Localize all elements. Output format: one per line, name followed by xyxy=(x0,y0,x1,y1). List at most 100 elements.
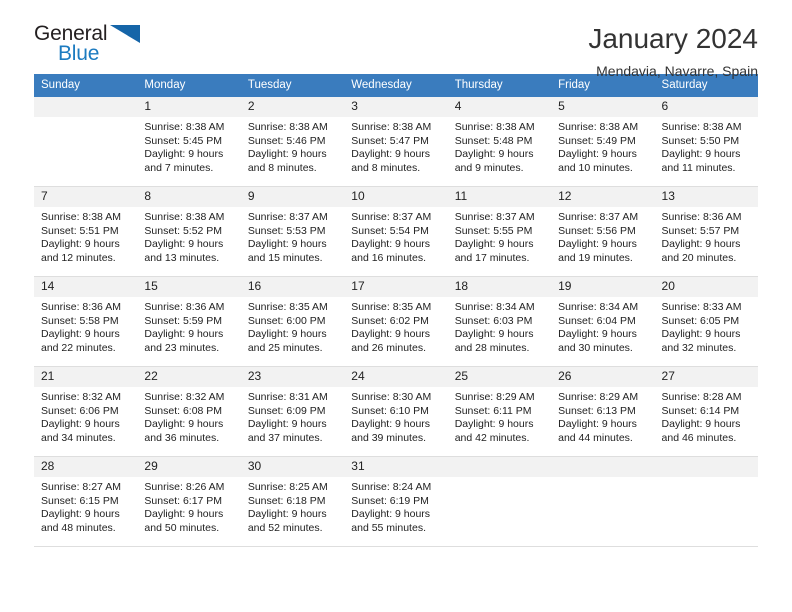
calendar-day-cell[interactable]: 2 Sunrise: 8:38 AM Sunset: 5:46 PM Daylight… xyxy=(240,97,345,187)
daylight-text-line1: Daylight: 9 hours xyxy=(661,418,741,430)
sunrise-text: Sunrise: 8:27 AM xyxy=(41,481,121,493)
calendar-day-number: 28 xyxy=(34,457,138,477)
calendar-cell-inner: 13 Sunrise: 8:36 AM Sunset: 5:57 PM Dayligh… xyxy=(654,187,758,277)
calendar-day-cell[interactable]: 12 Sunrise: 8:37 AM Sunset: 5:56 PM Dayligh… xyxy=(551,187,655,277)
calendar-day-cell[interactable]: 14 Sunrise: 8:36 AM Sunset: 5:58 PM Dayligh… xyxy=(34,277,138,367)
daylight-text-line2: and 20 minutes. xyxy=(661,251,737,264)
calendar-cell-inner: 28 Sunrise: 8:27 AM Sunset: 6:15 PM Dayligh… xyxy=(34,457,138,547)
calendar-day-cell[interactable]: 20 Sunrise: 8:33 AM Sunset: 6:05 PM Dayligh… xyxy=(654,277,758,367)
calendar-day-details: Sunrise: 8:37 AM Sunset: 5:55 PM Daylight:… xyxy=(448,207,551,265)
calendar-day-details: Sunrise: 8:29 AM Sunset: 6:11 PM Daylight:… xyxy=(448,387,551,445)
brand-logo[interactable]: General Blue xyxy=(34,22,144,68)
calendar-cell-inner: 16 Sunrise: 8:35 AM Sunset: 6:00 PM Dayligh… xyxy=(240,277,345,367)
calendar-day-cell[interactable]: 25 Sunrise: 8:29 AM Sunset: 6:11 PM Dayligh… xyxy=(447,367,552,457)
calendar-day-number xyxy=(551,457,655,477)
sunset-text: Sunset: 5:49 PM xyxy=(558,134,636,147)
sunrise-text: Sunrise: 8:37 AM xyxy=(351,211,432,223)
calendar-day-details: Sunrise: 8:24 AM Sunset: 6:19 PM Daylight:… xyxy=(344,477,447,535)
calendar-day-cell[interactable]: 29 Sunrise: 8:26 AM Sunset: 6:17 PM Dayligh… xyxy=(137,457,241,547)
sunset-text: Sunset: 6:13 PM xyxy=(558,404,636,417)
calendar-day-number xyxy=(654,457,758,477)
daylight-text-line2: and 16 minutes. xyxy=(351,251,426,264)
sunrise-text: Sunrise: 8:38 AM xyxy=(661,121,742,133)
calendar-day-details: Sunrise: 8:28 AM Sunset: 6:14 PM Daylight:… xyxy=(655,387,758,445)
calendar-day-cell[interactable]: 11 Sunrise: 8:37 AM Sunset: 5:55 PM Dayligh… xyxy=(447,187,552,277)
page-title: January 2024 xyxy=(588,23,758,54)
sunrise-text: Sunrise: 8:32 AM xyxy=(144,391,225,403)
daylight-text-line2: and 30 minutes. xyxy=(558,341,633,354)
calendar-day-cell[interactable]: 28 Sunrise: 8:27 AM Sunset: 6:15 PM Dayligh… xyxy=(34,457,138,547)
calendar-day-details: Sunrise: 8:32 AM Sunset: 6:06 PM Daylight:… xyxy=(34,387,137,445)
calendar-day-number: 24 xyxy=(344,367,448,387)
calendar-day-cell[interactable]: 24 Sunrise: 8:30 AM Sunset: 6:10 PM Dayligh… xyxy=(344,367,448,457)
daylight-text-line2: and 44 minutes. xyxy=(558,431,633,444)
daylight-text-line1: Daylight: 9 hours xyxy=(558,148,637,160)
calendar-day-cell[interactable]: 9 Sunrise: 8:37 AM Sunset: 5:53 PM Daylight… xyxy=(240,187,345,277)
calendar-day-number: 6 xyxy=(654,97,758,117)
calendar-cell-inner: 3 Sunrise: 8:38 AM Sunset: 5:47 PM Daylight… xyxy=(344,97,448,187)
calendar-day-cell[interactable]: 27 Sunrise: 8:28 AM Sunset: 6:14 PM Dayligh… xyxy=(654,367,758,457)
calendar-day-cell[interactable]: 31 Sunrise: 8:24 AM Sunset: 6:19 PM Dayligh… xyxy=(344,457,448,547)
calendar-day-cell[interactable]: 19 Sunrise: 8:34 AM Sunset: 6:04 PM Dayligh… xyxy=(551,277,655,367)
sunrise-text: Sunrise: 8:28 AM xyxy=(661,391,742,403)
sunset-text: Sunset: 6:02 PM xyxy=(351,314,429,327)
sunset-text: Sunset: 6:05 PM xyxy=(661,314,740,327)
calendar-day-number: 18 xyxy=(447,277,552,297)
calendar-cell-inner: 6 Sunrise: 8:38 AM Sunset: 5:50 PM Daylight… xyxy=(654,97,758,187)
daylight-text-line1: Daylight: 9 hours xyxy=(41,238,120,250)
calendar-day-cell[interactable]: 3 Sunrise: 8:38 AM Sunset: 5:47 PM Daylight… xyxy=(344,97,448,187)
calendar-day-cell[interactable]: 1 Sunrise: 8:38 AM Sunset: 5:45 PM Daylight… xyxy=(137,97,241,187)
sunrise-text: Sunrise: 8:38 AM xyxy=(41,211,121,223)
daylight-text-line2: and 22 minutes. xyxy=(41,341,116,354)
calendar-cell-inner: 20 Sunrise: 8:33 AM Sunset: 6:05 PM Dayligh… xyxy=(654,277,758,367)
calendar-cell-inner: 7 Sunrise: 8:38 AM Sunset: 5:51 PM Daylight… xyxy=(34,187,138,277)
daylight-text-line1: Daylight: 9 hours xyxy=(454,418,534,430)
sunrise-text: Sunrise: 8:26 AM xyxy=(144,481,225,493)
calendar-day-cell[interactable]: 6 Sunrise: 8:38 AM Sunset: 5:50 PM Daylight… xyxy=(654,97,758,187)
calendar-day-details: Sunrise: 8:35 AM Sunset: 6:00 PM Daylight:… xyxy=(241,297,344,355)
calendar-day-cell[interactable]: 18 Sunrise: 8:34 AM Sunset: 6:03 PM Dayligh… xyxy=(447,277,552,367)
calendar-day-details: Sunrise: 8:36 AM Sunset: 5:57 PM Daylight:… xyxy=(655,207,758,265)
calendar-day-cell[interactable]: 17 Sunrise: 8:35 AM Sunset: 6:02 PM Dayligh… xyxy=(344,277,448,367)
calendar-day-details: Sunrise: 8:32 AM Sunset: 6:08 PM Daylight:… xyxy=(137,387,240,445)
calendar-day-cell[interactable]: 4 Sunrise: 8:38 AM Sunset: 5:48 PM Daylight… xyxy=(447,97,552,187)
sunset-text: Sunset: 6:17 PM xyxy=(144,494,223,507)
calendar-day-cell[interactable]: 26 Sunrise: 8:29 AM Sunset: 6:13 PM Dayligh… xyxy=(551,367,655,457)
calendar-day-cell[interactable]: 15 Sunrise: 8:36 AM Sunset: 5:59 PM Dayligh… xyxy=(137,277,241,367)
calendar-day-cell[interactable]: 8 Sunrise: 8:38 AM Sunset: 5:52 PM Daylight… xyxy=(137,187,241,277)
calendar-day-cell[interactable]: 16 Sunrise: 8:35 AM Sunset: 6:00 PM Dayligh… xyxy=(240,277,345,367)
sunset-text: Sunset: 5:48 PM xyxy=(454,134,533,147)
calendar-day-cell[interactable]: 21 Sunrise: 8:32 AM Sunset: 6:06 PM Dayligh… xyxy=(34,367,138,457)
calendar-cell-inner: 15 Sunrise: 8:36 AM Sunset: 5:59 PM Dayligh… xyxy=(137,277,241,367)
calendar-day-cell[interactable]: 23 Sunrise: 8:31 AM Sunset: 6:09 PM Dayligh… xyxy=(240,367,345,457)
calendar-day-number: 20 xyxy=(654,277,758,297)
calendar-cell-inner: 4 Sunrise: 8:38 AM Sunset: 5:48 PM Daylight… xyxy=(447,97,552,187)
calendar-day-cell[interactable]: 30 Sunrise: 8:25 AM Sunset: 6:18 PM Dayligh… xyxy=(240,457,345,547)
weekday-header-sunday: Sunday xyxy=(34,74,138,97)
sunset-text: Sunset: 6:04 PM xyxy=(558,314,636,327)
page-subtitle: Mendavia, Navarre, Spain xyxy=(596,62,758,79)
daylight-text-line1: Daylight: 9 hours xyxy=(247,148,327,160)
calendar-day-cell[interactable]: 22 Sunrise: 8:32 AM Sunset: 6:08 PM Dayligh… xyxy=(137,367,241,457)
calendar-day-cell[interactable]: 13 Sunrise: 8:36 AM Sunset: 5:57 PM Dayligh… xyxy=(654,187,758,277)
sunrise-text: Sunrise: 8:37 AM xyxy=(558,211,639,223)
daylight-text-line2: and 26 minutes. xyxy=(351,341,426,354)
sunrise-text: Sunrise: 8:30 AM xyxy=(351,391,432,403)
daylight-text-line2: and 11 minutes. xyxy=(661,161,736,174)
daylight-text-line2: and 37 minutes. xyxy=(247,431,323,444)
calendar-cell-inner xyxy=(654,457,758,547)
calendar-day-details: Sunrise: 8:36 AM Sunset: 5:59 PM Daylight:… xyxy=(137,297,240,355)
sunset-text: Sunset: 6:18 PM xyxy=(247,494,326,507)
sunset-text: Sunset: 5:55 PM xyxy=(454,224,533,237)
calendar-day-details: Sunrise: 8:37 AM Sunset: 5:54 PM Daylight:… xyxy=(344,207,447,265)
calendar-week-row: 7 Sunrise: 8:38 AM Sunset: 5:51 PM Daylight… xyxy=(34,187,758,277)
calendar-day-cell[interactable]: 10 Sunrise: 8:37 AM Sunset: 5:54 PM Dayligh… xyxy=(344,187,448,277)
calendar-cell-inner: 24 Sunrise: 8:30 AM Sunset: 6:10 PM Dayligh… xyxy=(344,367,448,457)
sunset-text: Sunset: 5:52 PM xyxy=(144,224,223,237)
calendar-day-cell[interactable]: 5 Sunrise: 8:38 AM Sunset: 5:49 PM Daylight… xyxy=(551,97,655,187)
calendar-day-cell[interactable]: 7 Sunrise: 8:38 AM Sunset: 5:51 PM Daylight… xyxy=(34,187,138,277)
sunrise-text: Sunrise: 8:38 AM xyxy=(558,121,639,133)
daylight-text-line2: and 13 minutes. xyxy=(144,251,220,264)
sunrise-text: Sunrise: 8:38 AM xyxy=(454,121,535,133)
calendar-day-details: Sunrise: 8:34 AM Sunset: 6:04 PM Daylight:… xyxy=(551,297,654,355)
